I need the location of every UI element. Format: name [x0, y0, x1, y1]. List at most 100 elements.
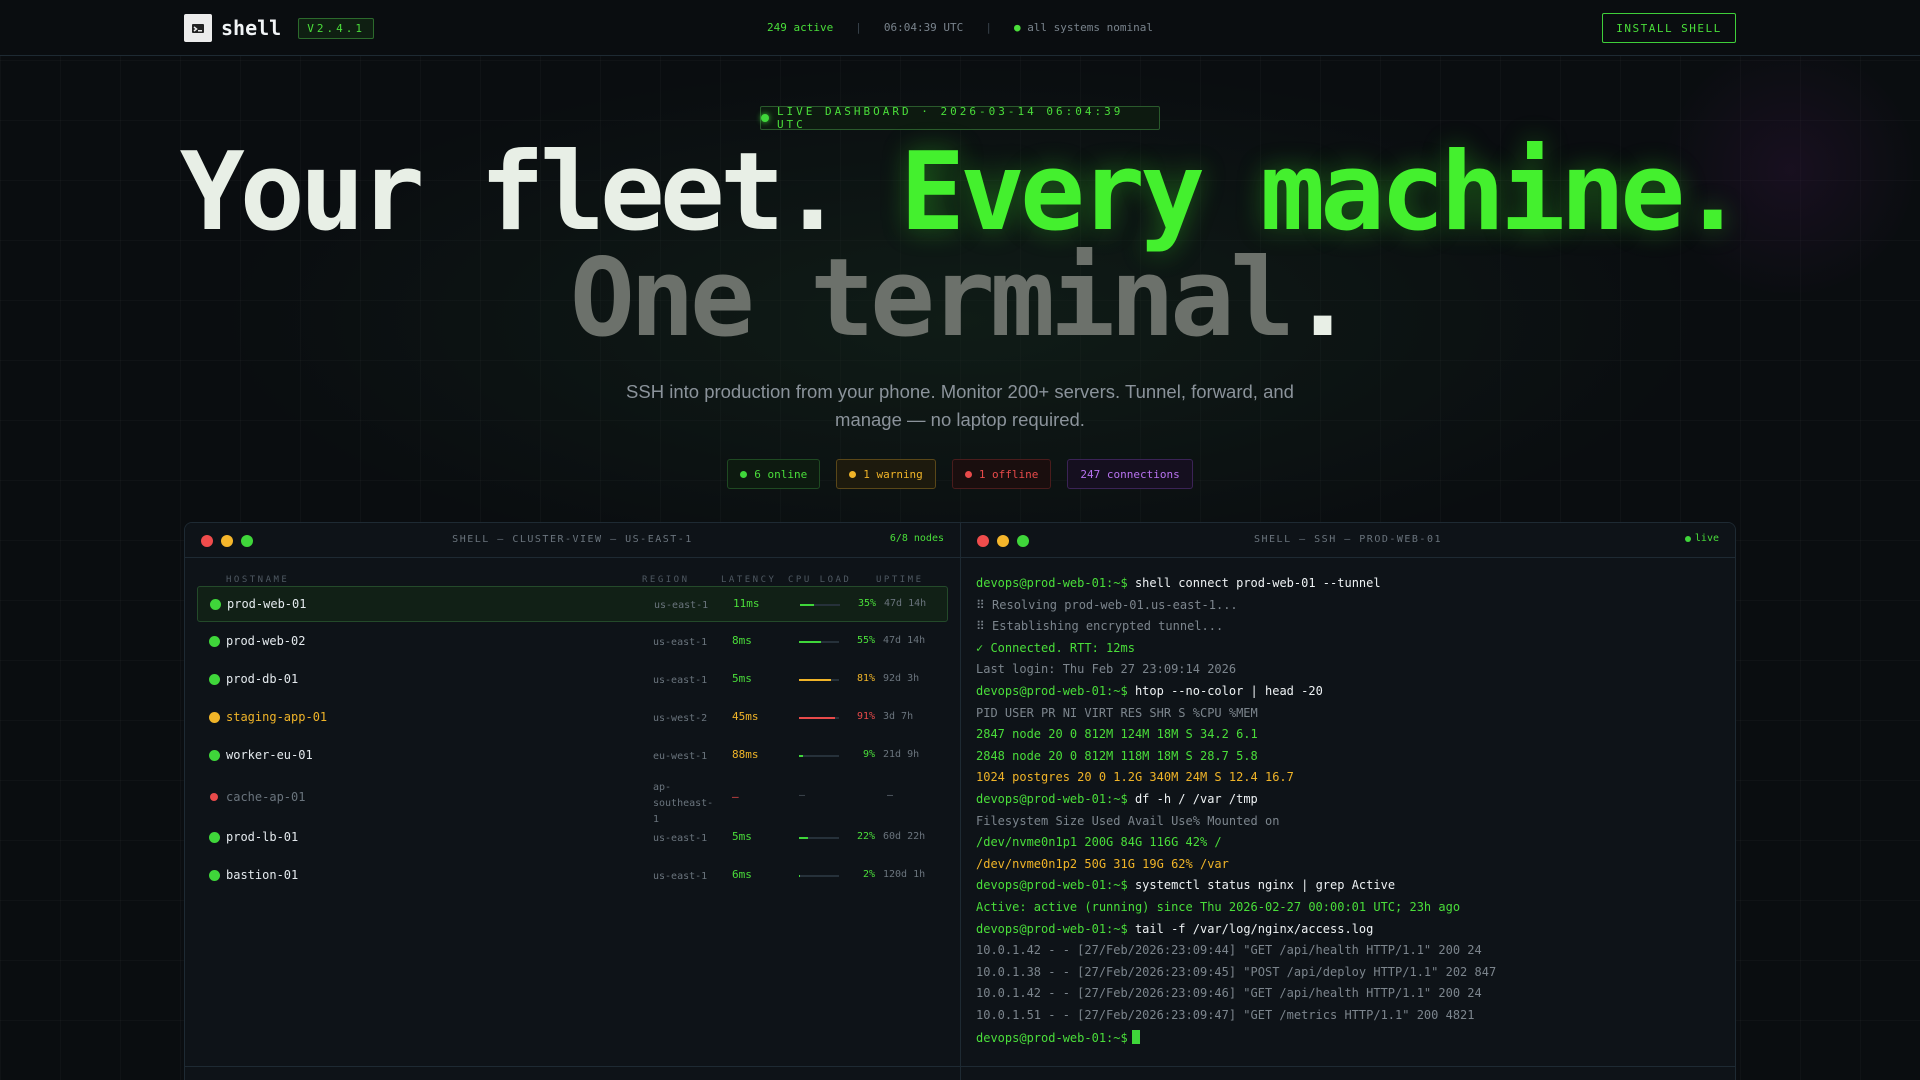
terminal-line: devops@prod-web-01:~$ df -h / /var /tmp	[976, 789, 1720, 811]
terminal-output[interactable]: devops@prod-web-01:~$ shell connect prod…	[976, 573, 1720, 1050]
terminal-output-text: /dev/nvme0n1p1 200G 84G 116G 42% /	[976, 835, 1222, 850]
status-dot-icon: ●	[1013, 21, 1021, 34]
terminal-prompt: devops@prod-web-01:~$	[976, 921, 1128, 936]
col-hostname[interactable]: HOSTNAME	[226, 575, 289, 585]
cpu-bar	[799, 717, 839, 719]
terminal-line: ✓ Connected. RTT: 12ms	[976, 638, 1720, 660]
terminal-prompt: devops@prod-web-01:~$	[976, 683, 1128, 698]
terminal-line: ⠿ Establishing encrypted tunnel...	[976, 616, 1720, 638]
terminal-command: shell connect prod-web-01 --tunnel	[1134, 576, 1381, 590]
cpu-bar-fill	[800, 604, 814, 606]
terminal-line: devops@prod-web-01:~$	[976, 1028, 1720, 1050]
terminal-line: Filesystem Size Used Avail Use% Mounted …	[976, 811, 1720, 833]
col-region[interactable]: REGION	[642, 575, 690, 585]
cpu-bar	[799, 641, 839, 643]
status-pills: 6 online 1 warning 1 offline 247 connect…	[0, 459, 1920, 489]
uptime: 3d 7h	[883, 711, 914, 722]
latency: 5ms	[732, 830, 752, 843]
terminal-prompt: devops@prod-web-01:~$	[976, 791, 1128, 806]
status-dot-icon	[209, 750, 220, 761]
cluster-titlebar: SHELL — CLUSTER-VIEW — US-EAST-1 6/8 nod…	[185, 523, 960, 558]
terminal-line: 2847 node 20 0 812M 124M 18M S 34.2 6.1	[976, 724, 1720, 746]
cluster-footer	[185, 1066, 960, 1080]
table-row[interactable]: prod-web-01 us-east-1 11ms 35% 47d 14h	[197, 586, 948, 622]
cpu-percent: 9%	[862, 749, 875, 760]
active-count: 249 active	[766, 21, 834, 34]
terminal-output-text: 10.0.1.42 - - [27/Feb/2026:23:09:44] "GE…	[976, 943, 1482, 958]
cpu-percent: 81%	[856, 673, 875, 684]
ssh-title: SHELL — SSH — PROD-WEB-01	[1253, 534, 1442, 545]
col-cpu[interactable]: CPU LOAD	[788, 575, 851, 585]
terminal-output-text: Active: active (running) since Thu 2026-…	[976, 899, 1461, 914]
hero-headline: Your fleet. Every machine. One terminal.	[0, 139, 1920, 353]
latency: 5ms	[732, 672, 752, 685]
region: us-east-1	[653, 833, 708, 844]
offline-pill[interactable]: 1 offline	[951, 459, 1052, 489]
latency: 6ms	[732, 868, 752, 881]
uptime: 47d 14h	[884, 598, 927, 609]
terminal-command: htop --no-color | head -20	[1134, 683, 1323, 698]
table-row[interactable]: worker-eu-01 eu-west-1 88ms 9% 21d 9h	[197, 738, 948, 774]
region: eu-west-1	[653, 751, 708, 762]
terminal-command: systemctl status nginx | grep Active	[1134, 878, 1396, 893]
connections-pill-label: 247 connections	[1080, 467, 1180, 481]
systems-status: all systems nominal	[1027, 21, 1154, 34]
table-row[interactable]: prod-web-02 us-east-1 8ms 55% 47d 14h	[197, 624, 948, 660]
cpu-percent: 35%	[857, 598, 876, 609]
terminal-line: ⠿ Resolving prod-web-01.us-east-1...	[976, 595, 1720, 617]
terminal-output-text: ✓ Connected. RTT: 12ms	[976, 640, 1135, 655]
live-dot-icon	[761, 114, 769, 122]
region: us-east-1	[653, 675, 708, 686]
status-dot-icon	[210, 793, 218, 801]
live-badge-text: LIVE DASHBOARD · 2026-03-14 06:04:39 UTC	[776, 105, 1124, 131]
uptime: 47d 14h	[883, 635, 926, 646]
terminal-output-text: PID USER PR NI VIRT RES SHR S %CPU %MEM	[976, 705, 1258, 720]
cpu-bar-fill	[799, 875, 800, 877]
ssh-footer	[961, 1066, 1735, 1080]
terminal-line: PID USER PR NI VIRT RES SHR S %CPU %MEM	[976, 703, 1720, 725]
terminal-line: devops@prod-web-01:~$ tail -f /var/log/n…	[976, 919, 1720, 941]
status-dot-icon	[209, 712, 220, 723]
terminal-line: 10.0.1.51 - - [27/Feb/2026:23:09:47] "GE…	[976, 1005, 1720, 1027]
latency: 88ms	[732, 748, 759, 761]
offline-pill-label: 1 offline	[978, 467, 1039, 481]
hostname: bastion-01	[226, 868, 299, 882]
terminal-output-text: ⠿ Resolving prod-web-01.us-east-1...	[976, 597, 1238, 612]
region: us-east-1	[653, 871, 708, 882]
terminal-line: Active: active (running) since Thu 2026-…	[976, 897, 1720, 919]
live-indicator: live	[1684, 533, 1719, 544]
col-latency[interactable]: LATENCY	[721, 575, 776, 585]
terminal-prompt: devops@prod-web-01:~$	[976, 576, 1128, 590]
status-dot-icon	[210, 599, 221, 610]
cpu-bar-empty: –	[799, 790, 806, 801]
uptime: —	[887, 790, 894, 801]
status-separator: |	[985, 21, 992, 34]
terminal-output-text: /dev/nvme0n1p2 50G 31G 19G 62% /var	[976, 856, 1229, 871]
cpu-bar	[799, 755, 839, 757]
table-row[interactable]: cache-ap-01ap-southeast-1—–——	[197, 776, 948, 825]
clock: 06:04:39 UTC	[883, 21, 964, 34]
live-dashboard-badge: LIVE DASHBOARD · 2026-03-14 06:04:39 UTC	[760, 105, 1160, 131]
connections-pill[interactable]: 247 connections	[1067, 459, 1193, 489]
terminal-line: devops@prod-web-01:~$ systemctl status n…	[976, 875, 1720, 897]
table-row[interactable]: staging-app-01 us-west-2 45ms 91% 3d 7h	[197, 700, 948, 736]
hostname: worker-eu-01	[226, 748, 313, 762]
col-uptime[interactable]: UPTIME	[876, 575, 924, 585]
headline-period: .	[1290, 236, 1355, 361]
table-row[interactable]: bastion-01 us-east-1 6ms 2% 120d 1h	[197, 858, 948, 894]
terminal-output-text: 1024 postgres 20 0 1.2G 340M 24M S 12.4 …	[976, 770, 1294, 785]
warning-dot-icon	[849, 470, 857, 478]
terminal-line: 2848 node 20 0 812M 118M 18M S 28.7 5.8	[976, 746, 1720, 768]
cluster-title: SHELL — CLUSTER-VIEW — US-EAST-1	[452, 534, 693, 545]
warning-pill[interactable]: 1 warning	[836, 459, 936, 489]
cpu-bar-fill	[799, 717, 836, 719]
hostname: prod-lb-01	[226, 830, 299, 844]
table-row[interactable]: prod-db-01 us-east-1 5ms 81% 92d 3h	[197, 662, 948, 698]
warning-pill-label: 1 warning	[863, 467, 923, 481]
online-pill[interactable]: 6 online	[727, 459, 821, 489]
terminal-output-text: Filesystem Size Used Avail Use% Mounted …	[976, 813, 1280, 828]
cpu-bar-fill	[799, 679, 832, 681]
terminal-line: /dev/nvme0n1p2 50G 31G 19G 62% /var	[976, 854, 1720, 876]
install-button[interactable]: INSTALL SHELL	[1602, 13, 1736, 43]
table-row[interactable]: prod-lb-01 us-east-1 5ms 22% 60d 22h	[197, 820, 948, 856]
